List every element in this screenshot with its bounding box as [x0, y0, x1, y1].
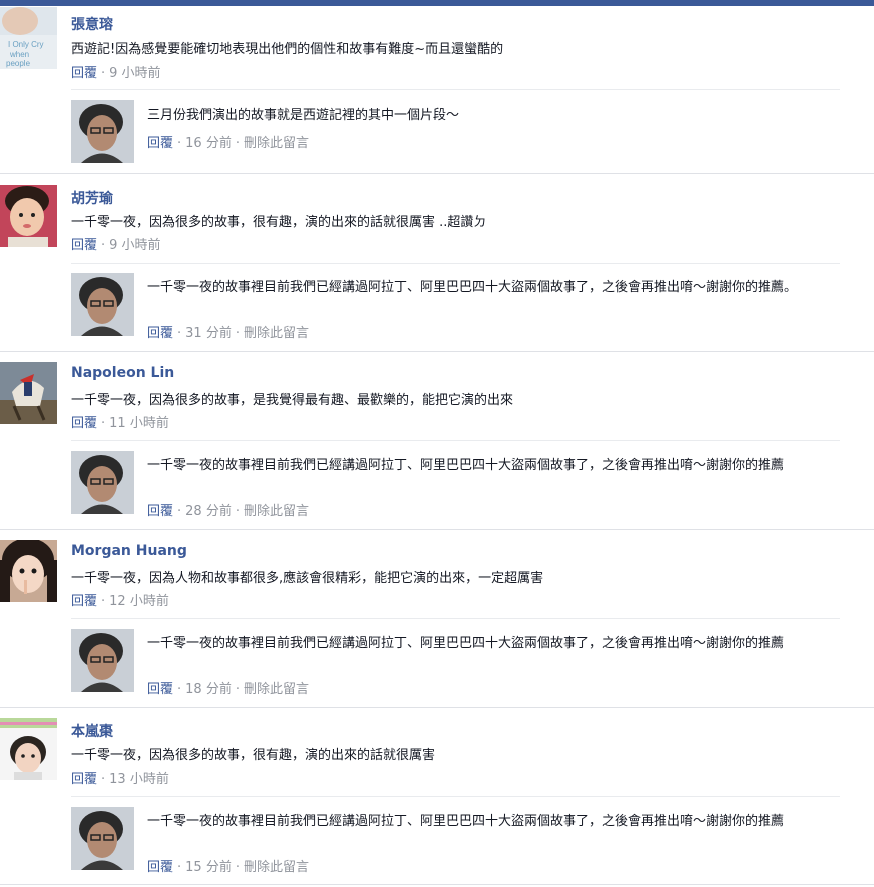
- comment-author[interactable]: 胡芳瑜: [71, 188, 113, 208]
- comment-author[interactable]: Morgan Huang: [71, 543, 187, 559]
- thread-divider: [0, 173, 874, 174]
- reply-avatar[interactable]: [71, 100, 134, 163]
- comment-text: 一千零一夜，因為人物和故事都很多,應該會很精彩，能把它演的出來，一定超厲害: [71, 571, 544, 586]
- comment-author[interactable]: Napoleon Lin: [71, 365, 174, 381]
- comment-author[interactable]: 張意瑢: [71, 14, 113, 34]
- separator-dot: ·: [235, 682, 240, 697]
- reply-avatar[interactable]: [71, 451, 134, 514]
- reply-link[interactable]: 回覆: [71, 416, 97, 431]
- separator-dot: ·: [101, 594, 106, 609]
- separator-dot: ·: [177, 504, 182, 519]
- timestamp[interactable]: 13 小時前: [109, 772, 169, 787]
- separator-dot: ·: [235, 860, 240, 875]
- separator-dot: ·: [101, 238, 106, 253]
- timestamp[interactable]: 31 分前: [185, 326, 232, 341]
- comment-author[interactable]: 本嵐棗: [71, 721, 113, 741]
- reply-text: 三月份我們演出的故事就是西遊記裡的其中一個片段～: [147, 108, 460, 123]
- avatar[interactable]: [0, 185, 57, 247]
- reply-link[interactable]: 回覆: [147, 682, 173, 697]
- svg-text:people: people: [6, 59, 31, 68]
- comment-text: 一千零一夜，因為很多的故事，是我覺得最有趣、最歡樂的，能把它演的出來: [71, 393, 514, 408]
- thread-divider: [0, 884, 874, 885]
- separator-dot: ·: [177, 326, 182, 341]
- timestamp[interactable]: 11 小時前: [109, 416, 169, 431]
- reply-meta: 回覆 · 28 分前 · 刪除此留言: [147, 500, 309, 519]
- reply-link[interactable]: 回覆: [147, 860, 173, 875]
- divider: [71, 263, 840, 264]
- reply-link[interactable]: 回覆: [71, 772, 97, 787]
- reply-meta: 回覆 · 15 分前 · 刪除此留言: [147, 856, 309, 875]
- comment-meta: 回覆 · 9 小時前: [71, 234, 161, 253]
- comment-text: 一千零一夜，因為很多的故事，很有趣，演的出來的話就很厲害: [71, 748, 436, 763]
- reply-link[interactable]: 回覆: [71, 594, 97, 609]
- top-bar: [0, 0, 874, 6]
- reply-link[interactable]: 回覆: [71, 238, 97, 253]
- timestamp[interactable]: 16 分前: [185, 136, 232, 151]
- timestamp[interactable]: 12 小時前: [109, 594, 169, 609]
- reply-avatar[interactable]: [71, 807, 134, 870]
- divider: [71, 440, 840, 441]
- timestamp[interactable]: 15 分前: [185, 860, 232, 875]
- timestamp[interactable]: 28 分前: [185, 504, 232, 519]
- comment-meta: 回覆 · 13 小時前: [71, 768, 169, 787]
- divider: [71, 796, 840, 797]
- avatar[interactable]: [0, 362, 57, 424]
- comment-meta: 回覆 · 12 小時前: [71, 590, 169, 609]
- reply-link[interactable]: 回覆: [71, 66, 97, 81]
- reply-link[interactable]: 回覆: [147, 136, 173, 151]
- comment-meta: 回覆 · 11 小時前: [71, 412, 169, 431]
- reply-link[interactable]: 回覆: [147, 504, 173, 519]
- delete-comment-link[interactable]: 刪除此留言: [244, 326, 309, 341]
- reply-meta: 回覆 · 16 分前 · 刪除此留言: [147, 132, 309, 151]
- timestamp[interactable]: 9 小時前: [109, 238, 160, 253]
- svg-text:I Only Cry: I Only Cry: [8, 40, 44, 49]
- delete-comment-link[interactable]: 刪除此留言: [244, 136, 309, 151]
- delete-comment-link[interactable]: 刪除此留言: [244, 504, 309, 519]
- comment-meta: 回覆 · 9 小時前: [71, 62, 161, 81]
- reply-text: 一千零一夜的故事裡目前我們已經講過阿拉丁、阿里巴巴四十大盜兩個故事了，之後會再推…: [147, 814, 785, 829]
- timestamp[interactable]: 9 小時前: [109, 66, 160, 81]
- separator-dot: ·: [101, 772, 106, 787]
- delete-comment-link[interactable]: 刪除此留言: [244, 860, 309, 875]
- comment-text: 西遊記!因為感覺要能確切地表現出他們的個性和故事有難度~而且還蠻酷的: [71, 42, 504, 57]
- delete-comment-link[interactable]: 刪除此留言: [244, 682, 309, 697]
- reply-link[interactable]: 回覆: [147, 326, 173, 341]
- divider: [71, 89, 840, 90]
- separator-dot: ·: [177, 860, 182, 875]
- avatar[interactable]: [0, 718, 57, 780]
- avatar[interactable]: [0, 540, 57, 602]
- reply-meta: 回覆 · 31 分前 · 刪除此留言: [147, 322, 309, 341]
- reply-text: 一千零一夜的故事裡目前我們已經講過阿拉丁、阿里巴巴四十大盜兩個故事了，之後會再推…: [147, 458, 785, 473]
- separator-dot: ·: [101, 66, 106, 81]
- separator-dot: ·: [177, 136, 182, 151]
- reply-avatar[interactable]: [71, 273, 134, 336]
- reply-meta: 回覆 · 18 分前 · 刪除此留言: [147, 678, 309, 697]
- reply-text: 一千零一夜的故事裡目前我們已經講過阿拉丁、阿里巴巴四十大盜兩個故事了，之後會再推…: [147, 280, 798, 295]
- svg-text:when: when: [9, 50, 29, 59]
- separator-dot: ·: [101, 416, 106, 431]
- comment-text: 一千零一夜，因為很多的故事，很有趣，演的出來的話就很厲害 ..超讚ㄉ: [71, 215, 487, 230]
- avatar[interactable]: I Only Cry when people: [0, 7, 57, 69]
- separator-dot: ·: [235, 326, 240, 341]
- separator-dot: ·: [177, 682, 182, 697]
- timestamp[interactable]: 18 分前: [185, 682, 232, 697]
- thread-divider: [0, 529, 874, 530]
- divider: [71, 618, 840, 619]
- thread-divider: [0, 351, 874, 352]
- separator-dot: ·: [235, 504, 240, 519]
- reply-text: 一千零一夜的故事裡目前我們已經講過阿拉丁、阿里巴巴四十大盜兩個故事了，之後會再推…: [147, 636, 785, 651]
- separator-dot: ·: [235, 136, 240, 151]
- thread-divider: [0, 707, 874, 708]
- reply-avatar[interactable]: [71, 629, 134, 692]
